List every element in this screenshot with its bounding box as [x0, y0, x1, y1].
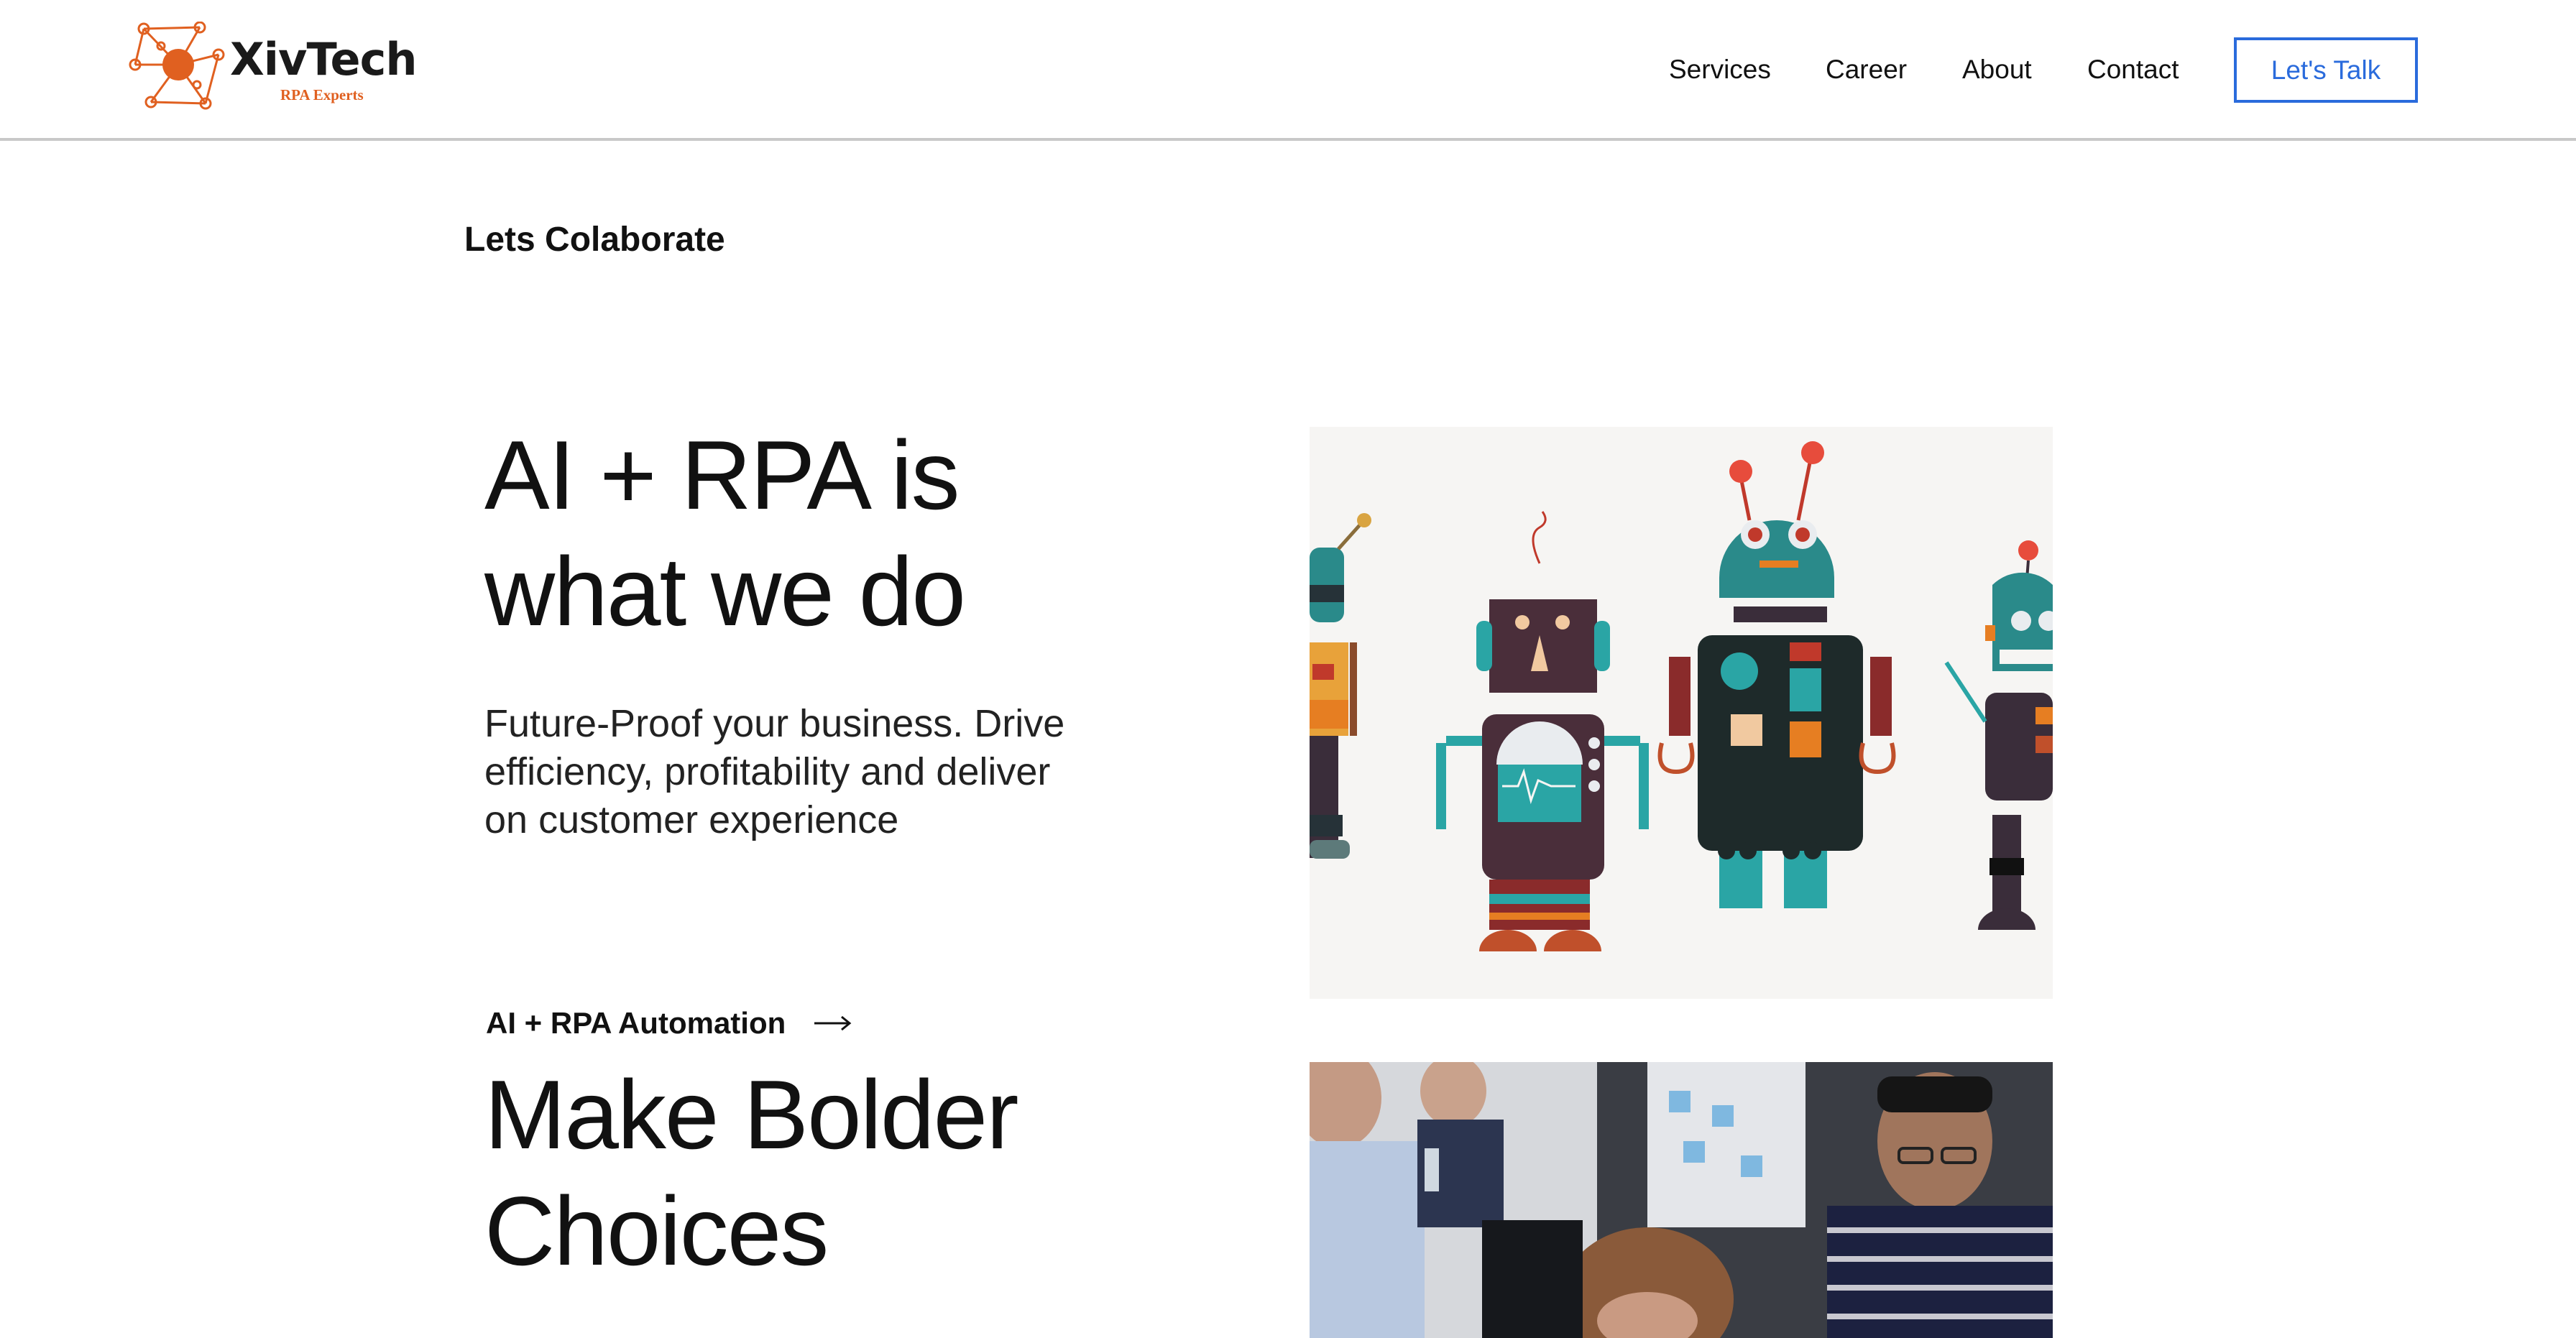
hero-subtitle: Future-Proof your business. Drive effici… [484, 700, 1117, 844]
nav-item-services[interactable]: Services [1669, 55, 1771, 85]
team-photo-image [1310, 1062, 2053, 1338]
feature-title: Make Bolder Choices [484, 1056, 1074, 1289]
feature-title-line: Choices [484, 1176, 829, 1286]
arrow-right-icon [814, 1015, 852, 1031]
hero-subtitle-line: efficiency, profitability and deliver [484, 750, 1051, 793]
hero-title-line: AI + RPA is [484, 420, 960, 530]
site-header: XivTech RPA Experts Services Career Abou… [0, 0, 2576, 141]
brand-tagline: RPA Experts [280, 86, 364, 103]
hero-title: AI + RPA is what we do [484, 417, 1074, 650]
feature-title-line: Make Bolder [484, 1060, 1018, 1169]
robots-illustration [1310, 427, 2053, 999]
lets-talk-button[interactable]: Let's Talk [2234, 37, 2418, 103]
hero-subtitle-line: Future-Proof your business. Drive [484, 702, 1065, 745]
logo[interactable]: XivTech RPA Experts [128, 22, 430, 122]
nav-item-career[interactable]: Career [1826, 55, 1907, 85]
robot-three [1657, 441, 1896, 908]
network-logo-icon [129, 22, 225, 110]
hero-title-line: what we do [484, 537, 966, 646]
robot-two [1436, 511, 1649, 951]
robots-image [1310, 441, 2053, 951]
team-photo [1310, 1062, 2053, 1338]
section-label: Lets Colaborate [464, 221, 725, 259]
robot-right-partial [1944, 540, 2053, 930]
automation-link-label: AI + RPA Automation [486, 1006, 786, 1040]
nav-item-about[interactable]: About [1962, 55, 2032, 85]
hero-subtitle-line: on customer experience [484, 798, 899, 841]
nav-item-contact[interactable]: Contact [2087, 55, 2179, 85]
brand-name: XivTech [230, 33, 417, 86]
automation-link[interactable]: AI + RPA Automation [486, 1002, 852, 1045]
robot-left-partial [1310, 513, 1371, 859]
